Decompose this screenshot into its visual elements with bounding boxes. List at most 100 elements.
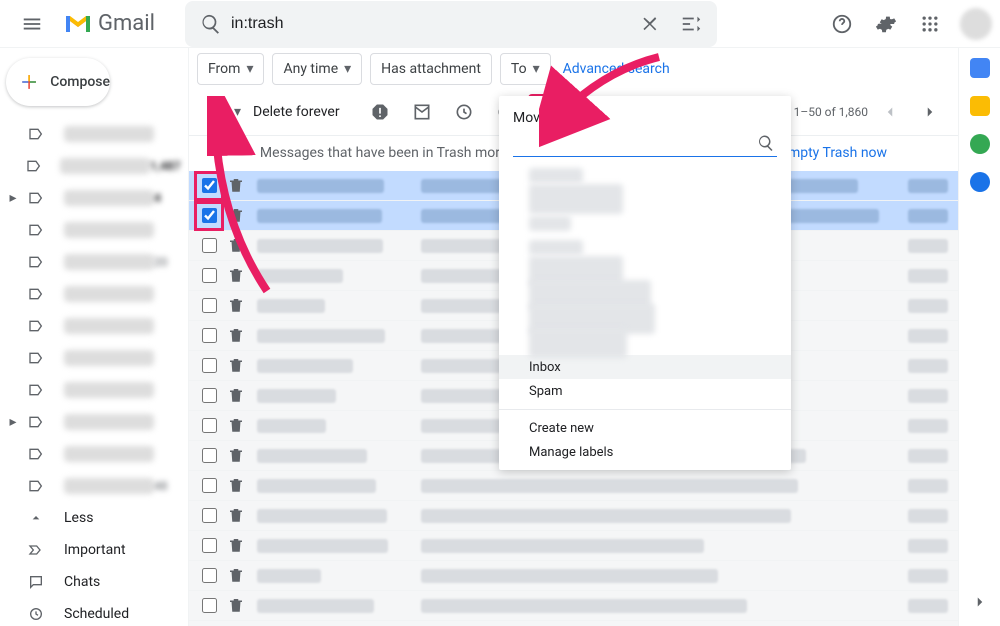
popover-option[interactable]: Tag [499, 211, 791, 235]
expand-icon[interactable]: ▸ [4, 413, 22, 431]
empty-trash-link[interactable]: Empty Trash now [780, 145, 887, 161]
row-sender [257, 299, 407, 313]
message-row[interactable] [189, 591, 958, 621]
popover-search-input[interactable] [513, 132, 757, 156]
clear-search-button[interactable] [631, 4, 671, 44]
important-icon [26, 540, 46, 560]
message-row[interactable] [189, 531, 958, 561]
report-spam-button[interactable] [360, 92, 400, 132]
expand-icon[interactable]: ▸ [4, 189, 22, 207]
sidebar-label[interactable]: Label C [0, 278, 188, 310]
mark-unread-button[interactable] [402, 92, 442, 132]
sidebar-label[interactable]: Label I48 [0, 470, 188, 502]
sidebar-label[interactable]: Label D [0, 310, 188, 342]
sidebar-less[interactable]: Less [0, 502, 188, 534]
snooze-button[interactable] [444, 92, 484, 132]
calendar-addon-button[interactable] [970, 58, 990, 78]
sidebar-item-label: Label C [64, 286, 154, 302]
popover-manage-labels[interactable]: Manage labels [499, 440, 791, 464]
advanced-search-link[interactable]: Advanced search [563, 61, 670, 77]
row-checkbox[interactable] [199, 536, 219, 556]
row-checkbox[interactable] [199, 296, 219, 316]
row-checkbox[interactable] [199, 416, 219, 436]
label-icon [26, 380, 46, 400]
label-icon [26, 124, 46, 144]
popover-option[interactable]: Updates and news [499, 187, 791, 211]
select-all-checkbox[interactable]: ▾ [199, 94, 235, 130]
side-panel-toggle[interactable] [962, 584, 998, 620]
row-checkbox[interactable] [199, 386, 219, 406]
row-checkbox[interactable] [199, 326, 219, 346]
sidebar: Compose GoogleIndeed1,487▸Jobs4Label ALa… [0, 48, 188, 626]
popover-create-new[interactable]: Create new [499, 416, 791, 440]
row-sender [257, 359, 407, 373]
search-icon[interactable] [191, 4, 231, 44]
sidebar-label[interactable]: ▸Jobs4 [0, 182, 188, 214]
tasks-addon-button[interactable] [970, 134, 990, 154]
keep-addon-button[interactable] [970, 96, 990, 116]
sidebar-label[interactable]: Label E [0, 342, 188, 374]
popover-option-spam[interactable]: Spam [499, 379, 791, 403]
settings-button[interactable] [866, 4, 906, 44]
apps-button[interactable] [910, 4, 950, 44]
filter-from[interactable]: From▾ [197, 53, 264, 85]
sidebar-item-label: Important [64, 542, 176, 558]
support-button[interactable] [822, 4, 862, 44]
row-checkbox[interactable] [199, 446, 219, 466]
row-date [908, 539, 948, 553]
sidebar-important[interactable]: Important [0, 534, 188, 566]
sidebar-label[interactable]: ▸Label G [0, 406, 188, 438]
row-checkbox[interactable] [199, 206, 219, 226]
sidebar-label[interactable]: Label F [0, 374, 188, 406]
message-row[interactable] [189, 471, 958, 501]
message-row[interactable] [189, 621, 958, 626]
search-icon [757, 134, 777, 154]
sidebar-item-count: 48 [154, 479, 168, 493]
row-sender [257, 479, 407, 493]
search-input[interactable] [231, 15, 631, 33]
compose-plus-icon [20, 70, 38, 94]
row-checkbox[interactable] [199, 236, 219, 256]
filter-to[interactable]: To▾ [500, 53, 551, 85]
row-checkbox[interactable] [199, 356, 219, 376]
sidebar-label[interactable]: Label A [0, 214, 188, 246]
label-icon [26, 412, 46, 432]
filter-has-attachment[interactable]: Has attachment [370, 53, 492, 85]
sidebar-scheduled[interactable]: Scheduled [0, 598, 188, 626]
row-sender [257, 329, 407, 343]
chevron-down-icon[interactable]: ▾ [234, 104, 241, 120]
row-checkbox[interactable] [199, 176, 219, 196]
search-options-button[interactable] [671, 4, 711, 44]
row-checkbox[interactable] [199, 506, 219, 526]
row-date [908, 359, 948, 373]
sidebar-item-label: Label D [64, 318, 154, 334]
delete-forever-button[interactable]: Delete forever [253, 104, 340, 120]
contacts-addon-button[interactable] [970, 172, 990, 192]
filter-any-time[interactable]: Any time▾ [272, 53, 362, 85]
message-row[interactable] [189, 561, 958, 591]
main-menu-button[interactable] [8, 0, 56, 48]
sidebar-label[interactable]: Label B20 [0, 246, 188, 278]
popover-option[interactable]: Misc folder items [499, 331, 791, 355]
compose-button[interactable]: Compose [6, 58, 110, 106]
row-subject [421, 479, 908, 493]
sidebar-label[interactable]: Label H [0, 438, 188, 470]
compose-label: Compose [50, 74, 110, 90]
message-row[interactable] [189, 501, 958, 531]
row-checkbox[interactable] [199, 476, 219, 496]
account-avatar[interactable] [960, 8, 992, 40]
row-checkbox[interactable] [199, 596, 219, 616]
gmail-logo[interactable]: Gmail [56, 4, 165, 44]
trash-icon [227, 416, 247, 436]
pager-prev-button[interactable] [872, 94, 908, 130]
schedule-icon [26, 604, 46, 624]
pager-next-button[interactable] [912, 94, 948, 130]
row-subject [421, 599, 908, 613]
row-checkbox[interactable] [199, 266, 219, 286]
popover-option-inbox[interactable]: Inbox [499, 355, 791, 379]
sidebar-label[interactable]: Indeed1,487 [0, 150, 188, 182]
sidebar-chats[interactable]: Chats [0, 566, 188, 598]
row-checkbox[interactable] [199, 566, 219, 586]
trash-icon [227, 206, 247, 226]
sidebar-label[interactable]: Google [0, 118, 188, 150]
